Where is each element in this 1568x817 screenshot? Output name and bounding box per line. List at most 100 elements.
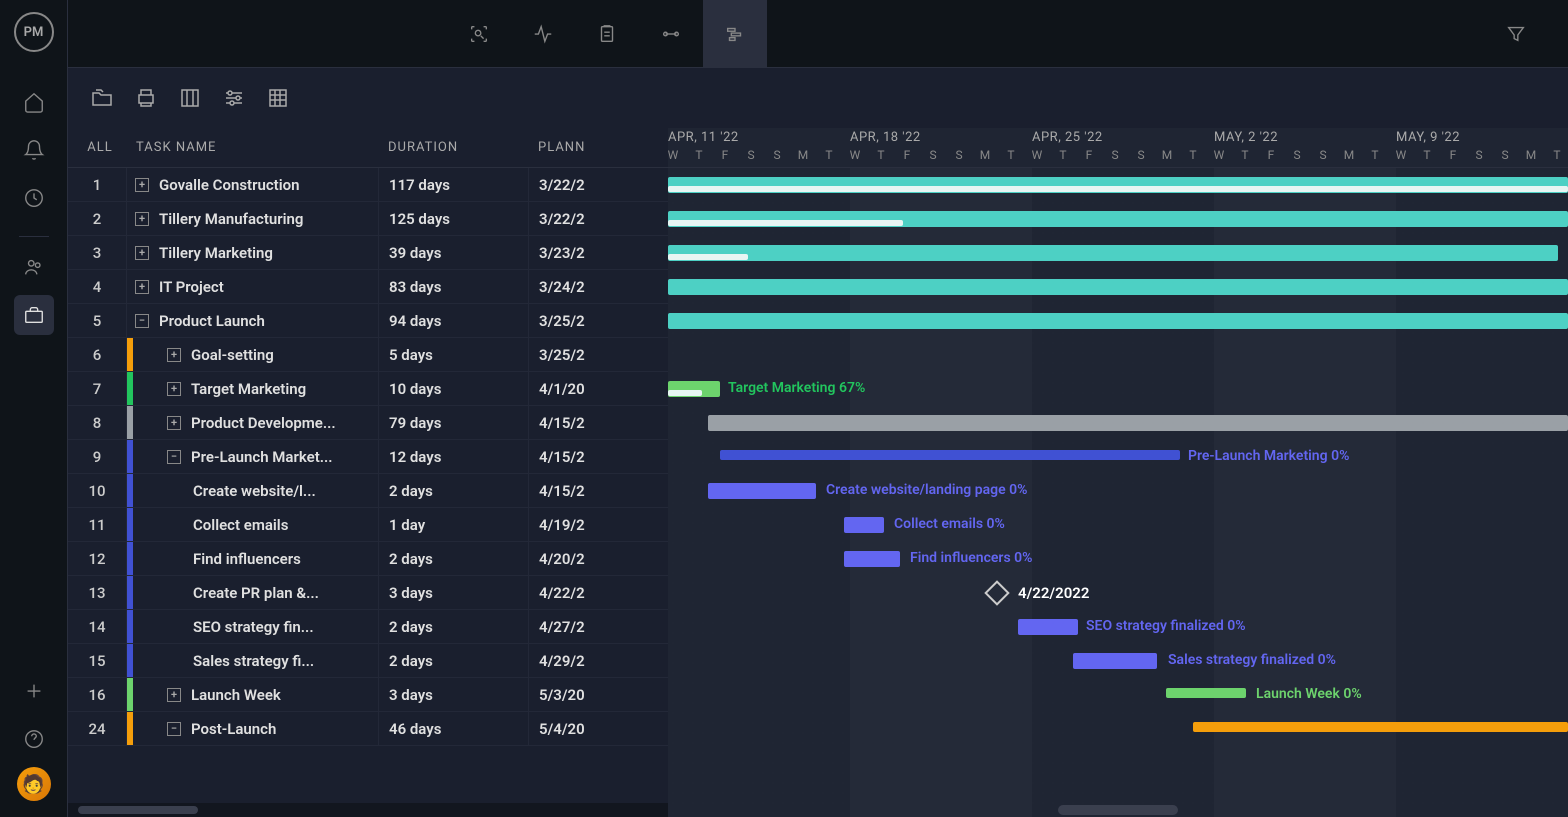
task-row[interactable]: 6+Goal-setting5 days3/25/2 (68, 338, 668, 372)
task-name: Tillery Marketing (159, 244, 273, 262)
task-row[interactable]: 24−Post-Launch46 days5/4/20 (68, 712, 668, 746)
day-label: F (712, 148, 738, 162)
bell-icon[interactable] (14, 130, 54, 170)
gantt-body[interactable]: Target Marketing 67%Pre-Launch Marketing… (668, 168, 1568, 817)
row-duration: 83 days (378, 270, 528, 303)
help-icon[interactable] (14, 719, 54, 759)
plus-icon[interactable] (14, 671, 54, 711)
gantt-bar[interactable] (1018, 619, 1078, 635)
gantt-bar[interactable] (668, 245, 1558, 261)
gantt-bar[interactable] (1193, 722, 1568, 732)
print-icon[interactable] (132, 84, 160, 112)
task-row[interactable]: 11Collect emails1 day4/19/2 (68, 508, 668, 542)
app-logo[interactable]: PM (14, 12, 54, 52)
row-name-cell: −Product Launch (126, 304, 378, 337)
sliders-icon[interactable] (220, 84, 248, 112)
gantt-row: Target Marketing 67% (668, 372, 1568, 406)
task-row[interactable]: 15Sales strategy fi...2 days4/29/2 (68, 644, 668, 678)
row-number: 3 (68, 244, 126, 262)
secondary-toolbar (68, 68, 1568, 128)
expand-plus-icon[interactable]: + (135, 280, 149, 294)
columns-icon[interactable] (176, 84, 204, 112)
task-row[interactable]: 10Create website/l...2 days4/15/2 (68, 474, 668, 508)
expand-plus-icon[interactable]: + (167, 382, 181, 396)
people-icon[interactable] (14, 247, 54, 287)
task-row[interactable]: 7+Target Marketing10 days4/1/20 (68, 372, 668, 406)
gantt-bar[interactable] (720, 450, 1180, 460)
task-row[interactable]: 9−Pre-Launch Market...12 days4/15/2 (68, 440, 668, 474)
task-row[interactable]: 4+IT Project83 days3/24/2 (68, 270, 668, 304)
user-avatar[interactable]: 🧑 (17, 767, 51, 801)
bar-label: Launch Week 0% (1256, 686, 1362, 702)
grid-icon[interactable] (264, 84, 292, 112)
task-row[interactable]: 2+Tillery Manufacturing125 days3/22/2 (68, 202, 668, 236)
bar-label: SEO strategy finalized 0% (1086, 618, 1246, 634)
day-label: F (1258, 148, 1284, 162)
gantt-bar[interactable] (1073, 653, 1157, 669)
expand-plus-icon[interactable]: + (167, 416, 181, 430)
gantt-bar[interactable] (1166, 688, 1246, 698)
color-bar (127, 406, 133, 439)
gantt-view-icon[interactable] (703, 0, 767, 68)
milestone-diamond[interactable] (984, 580, 1009, 605)
briefcase-icon[interactable] (14, 295, 54, 335)
gantt-row: Sales strategy finalized 0% (668, 644, 1568, 678)
home-icon[interactable] (14, 82, 54, 122)
row-planned: 3/25/2 (528, 338, 668, 371)
col-header-all[interactable]: ALL (68, 140, 126, 155)
day-label: M (1336, 148, 1362, 162)
gantt-bar[interactable] (708, 483, 816, 499)
row-name-cell: +Target Marketing (126, 372, 378, 405)
task-row[interactable]: 3+Tillery Marketing39 days3/23/2 (68, 236, 668, 270)
expand-plus-icon[interactable]: + (167, 348, 181, 362)
expand-plus-icon[interactable]: + (135, 246, 149, 260)
link-icon[interactable] (639, 0, 703, 68)
expand-plus-icon[interactable]: + (135, 178, 149, 192)
gantt-bar[interactable] (844, 517, 884, 533)
activity-icon[interactable] (511, 0, 575, 68)
col-header-duration[interactable]: DURATION (378, 140, 528, 155)
filter-icon[interactable] (1484, 0, 1548, 68)
row-number: 10 (68, 482, 126, 500)
task-name: Post-Launch (191, 720, 276, 738)
day-label: S (1128, 148, 1154, 162)
folder-icon[interactable] (88, 84, 116, 112)
gantt-bar[interactable] (668, 313, 1568, 329)
search-zoom-icon[interactable] (447, 0, 511, 68)
task-row[interactable]: 5−Product Launch94 days3/25/2 (68, 304, 668, 338)
task-row[interactable]: 12Find influencers2 days4/20/2 (68, 542, 668, 576)
clock-icon[interactable] (14, 178, 54, 218)
row-planned: 3/24/2 (528, 270, 668, 303)
collapse-minus-icon[interactable]: − (135, 314, 149, 328)
gantt-row: Collect emails 0% (668, 508, 1568, 542)
row-name-cell: Find influencers (126, 542, 378, 575)
gantt-bar[interactable] (708, 415, 1568, 431)
gantt-hscroll[interactable] (1058, 805, 1178, 815)
col-header-planned[interactable]: PLANN (528, 140, 668, 155)
row-planned: 3/22/2 (528, 168, 668, 201)
clipboard-icon[interactable] (575, 0, 639, 68)
row-duration: 12 days (378, 440, 528, 473)
expand-plus-icon[interactable]: + (135, 212, 149, 226)
date-label: APR, 11 '22 (668, 130, 739, 145)
gantt-chart[interactable]: APR, 11 '22APR, 18 '22APR, 25 '22MAY, 2 … (668, 128, 1568, 817)
row-duration: 10 days (378, 372, 528, 405)
progress-bar (668, 390, 702, 396)
collapse-minus-icon[interactable]: − (167, 450, 181, 464)
task-row[interactable]: 14SEO strategy fin...2 days4/27/2 (68, 610, 668, 644)
gantt-bar[interactable] (668, 279, 1568, 295)
collapse-minus-icon[interactable]: − (167, 722, 181, 736)
table-hscroll[interactable] (68, 803, 668, 817)
task-row[interactable]: 13Create PR plan &...3 days4/22/2 (68, 576, 668, 610)
task-row[interactable]: 8+Product Developme...79 days4/15/2 (68, 406, 668, 440)
row-number: 4 (68, 278, 126, 296)
gantt-bar[interactable] (844, 551, 900, 567)
row-name-cell: SEO strategy fin... (126, 610, 378, 643)
col-header-name[interactable]: TASK NAME (126, 140, 378, 155)
row-duration: 39 days (378, 236, 528, 269)
progress-bar (668, 220, 903, 226)
day-label: T (868, 148, 894, 162)
task-row[interactable]: 16+Launch Week3 days5/3/20 (68, 678, 668, 712)
expand-plus-icon[interactable]: + (167, 688, 181, 702)
task-row[interactable]: 1+Govalle Construction117 days3/22/2 (68, 168, 668, 202)
